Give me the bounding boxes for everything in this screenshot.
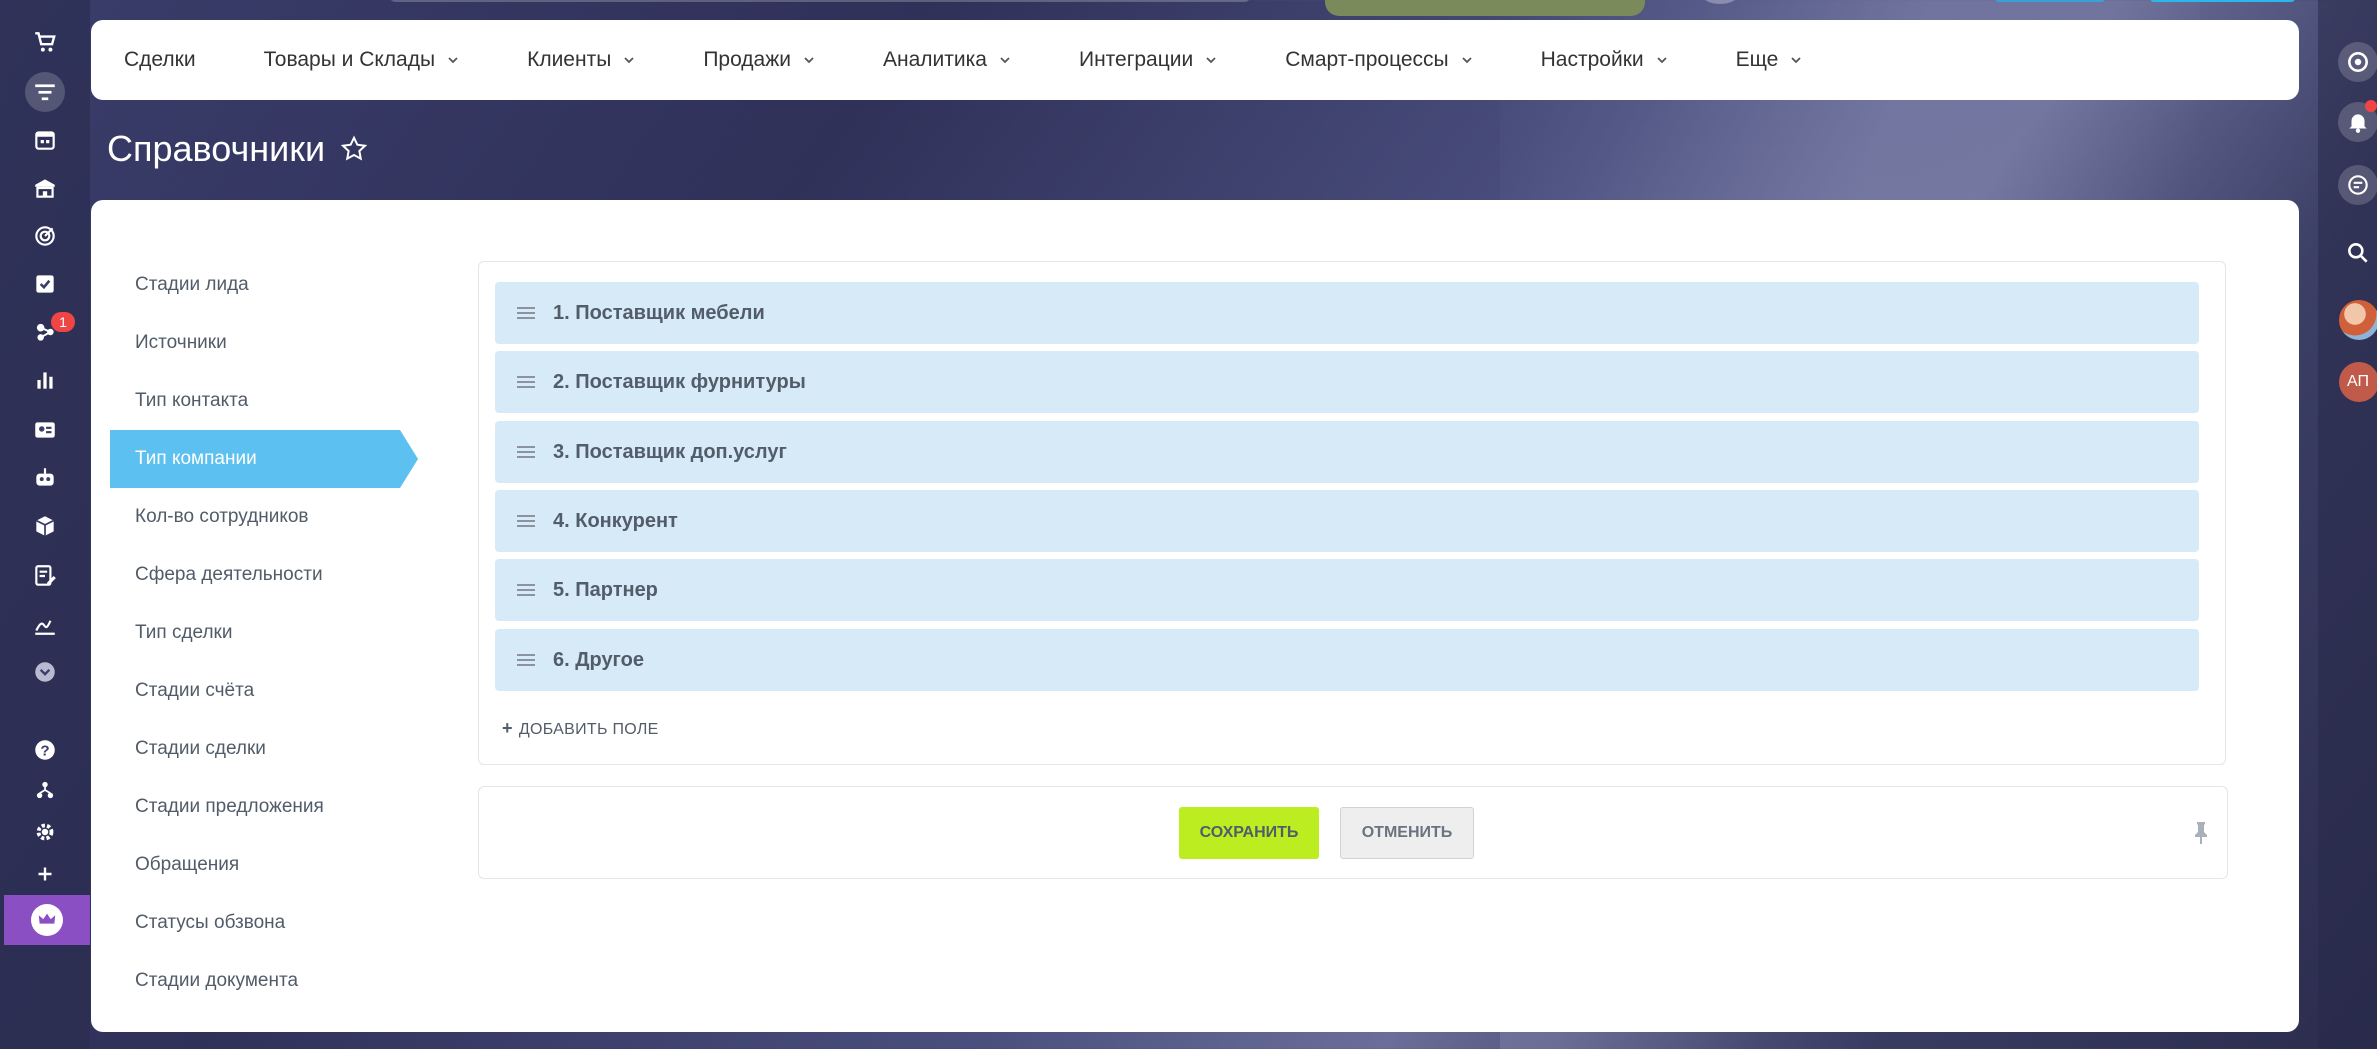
nav-item-deals[interactable]: Сделки (124, 48, 196, 72)
top-button-b[interactable] (2150, 0, 2295, 2)
list-item-label[interactable]: 1. Поставщик мебели (553, 302, 765, 325)
search-icon[interactable] (2338, 233, 2377, 273)
plus-icon[interactable] (27, 856, 63, 892)
document-edit-icon[interactable] (27, 558, 63, 594)
list-item-label[interactable]: 2. Поставщик фурнитуры (553, 371, 806, 394)
list-item[interactable]: 2. Поставщик фурнитуры (495, 351, 2199, 413)
nav-item-goods[interactable]: Товары и Склады (264, 48, 460, 72)
save-button[interactable]: СОХРАНИТЬ (1179, 807, 1319, 859)
chat-icon[interactable] (2338, 165, 2377, 205)
drag-handle-icon[interactable] (515, 305, 537, 321)
sidebar-item-quote-stages[interactable]: Стадии предложения (110, 778, 430, 836)
plus-icon: + (502, 718, 513, 738)
svg-text:?: ? (40, 742, 49, 759)
notification-badge: 1 (51, 312, 75, 332)
robot-icon[interactable] (27, 460, 63, 496)
pin-icon[interactable] (2190, 820, 2212, 846)
more-chevron-icon[interactable] (27, 654, 63, 690)
nav-item-smart-processes[interactable]: Смарт-процессы (1285, 48, 1472, 72)
drag-handle-icon[interactable] (515, 513, 537, 529)
avatar-initials[interactable]: АП (2339, 362, 2377, 402)
drag-handle-icon[interactable] (515, 374, 537, 390)
top-button-a[interactable] (1995, 0, 2105, 2)
add-field-button[interactable]: + ДОБАВИТЬ ПОЛЕ (502, 718, 659, 739)
crown-icon (31, 904, 63, 936)
sidebar-item-document-stages[interactable]: Стадии документа (110, 952, 430, 1010)
page-title: Справочники (107, 128, 326, 169)
drag-handle-icon[interactable] (515, 444, 537, 460)
structure-icon[interactable] (27, 772, 63, 808)
chevron-down-icon (1206, 57, 1216, 64)
bar-chart-icon[interactable] (27, 362, 63, 398)
sidebar: Стадии лида Источники Тип контакта Тип к… (110, 256, 430, 1010)
sidebar-item-deal-type[interactable]: Тип сделки (110, 604, 430, 662)
checkbox-task-icon[interactable] (27, 266, 63, 302)
drag-handle-icon[interactable] (515, 582, 537, 598)
list-item[interactable]: 6. Другое (495, 629, 2199, 691)
list-item[interactable]: 5. Партнер (495, 559, 2199, 621)
box-icon[interactable] (27, 508, 63, 544)
list-item-label[interactable]: 6. Другое (553, 649, 644, 672)
cart-icon[interactable] (27, 24, 63, 60)
sidebar-item-call-statuses[interactable]: Статусы обзвона (110, 894, 430, 952)
chevron-down-icon (1000, 57, 1010, 64)
list-item-label[interactable]: 4. Конкурент (553, 510, 678, 533)
copilot-icon[interactable] (2338, 42, 2377, 82)
target-icon[interactable] (27, 218, 63, 254)
sidebar-item-deal-stages[interactable]: Стадии сделки (110, 720, 430, 778)
sidebar-item-contact-type[interactable]: Тип контакта (110, 372, 430, 430)
gear-icon[interactable] (27, 814, 63, 850)
nav-item-analytics[interactable]: Аналитика (883, 48, 1011, 72)
store-icon[interactable] (27, 170, 63, 206)
upgrade-crown-button[interactable] (4, 895, 90, 945)
contact-card-icon[interactable] (27, 412, 63, 448)
chevron-down-icon (1791, 57, 1801, 64)
chevron-down-icon (624, 57, 634, 64)
user-avatar[interactable] (2339, 300, 2377, 340)
right-rail (2318, 0, 2377, 1049)
sidebar-item-invoice-stages[interactable]: Стадии счёта (110, 662, 430, 720)
nav-item-more[interactable]: Еще (1736, 48, 1803, 72)
top-avatar[interactable] (1700, 0, 1740, 4)
sidebar-item-sources[interactable]: Источники (110, 314, 430, 372)
sidebar-item-lead-stages[interactable]: Стадии лида (110, 256, 430, 314)
sidebar-item-industry[interactable]: Сфера деятельности (110, 546, 430, 604)
chevron-down-icon (448, 57, 458, 64)
nav-item-clients[interactable]: Клиенты (527, 48, 635, 72)
list-item[interactable]: 4. Конкурент (495, 490, 2199, 552)
page-title-row: Справочники (107, 128, 369, 170)
list-item[interactable]: 3. Поставщик доп.услуг (495, 421, 2199, 483)
cancel-button[interactable]: ОТМЕНИТЬ (1340, 807, 1474, 859)
nav-item-sales[interactable]: Продажи (703, 48, 815, 72)
list-item[interactable]: 1. Поставщик мебели (495, 282, 2199, 344)
nav-item-settings[interactable]: Настройки (1541, 48, 1668, 72)
sidebar-item-company-type[interactable]: Тип компании (110, 430, 418, 488)
list-item-label[interactable]: 5. Партнер (553, 579, 658, 602)
list-item-label[interactable]: 3. Поставщик доп.услуг (553, 441, 787, 464)
notification-dot (2365, 100, 2377, 112)
top-search-bar[interactable] (390, 0, 1250, 2)
calendar-icon[interactable] (27, 122, 63, 158)
top-action-button[interactable] (1325, 0, 1645, 16)
filter-funnel-icon[interactable] (25, 72, 65, 112)
chevron-down-icon (1462, 57, 1472, 64)
signature-icon[interactable] (27, 606, 63, 642)
top-navigation: Сделки Товары и Склады Клиенты Продажи А… (91, 20, 2299, 100)
chevron-down-icon (804, 57, 814, 64)
sidebar-item-salutations[interactable]: Обращения (110, 836, 430, 894)
chevron-down-icon (1656, 57, 1667, 64)
left-rail: 1 ? (0, 0, 90, 1049)
nav-item-integrations[interactable]: Интеграции (1079, 48, 1217, 72)
help-icon[interactable]: ? (27, 732, 63, 768)
star-icon[interactable] (339, 134, 369, 164)
drag-handle-icon[interactable] (515, 652, 537, 668)
sidebar-item-employee-count[interactable]: Кол-во сотрудников (110, 488, 430, 546)
